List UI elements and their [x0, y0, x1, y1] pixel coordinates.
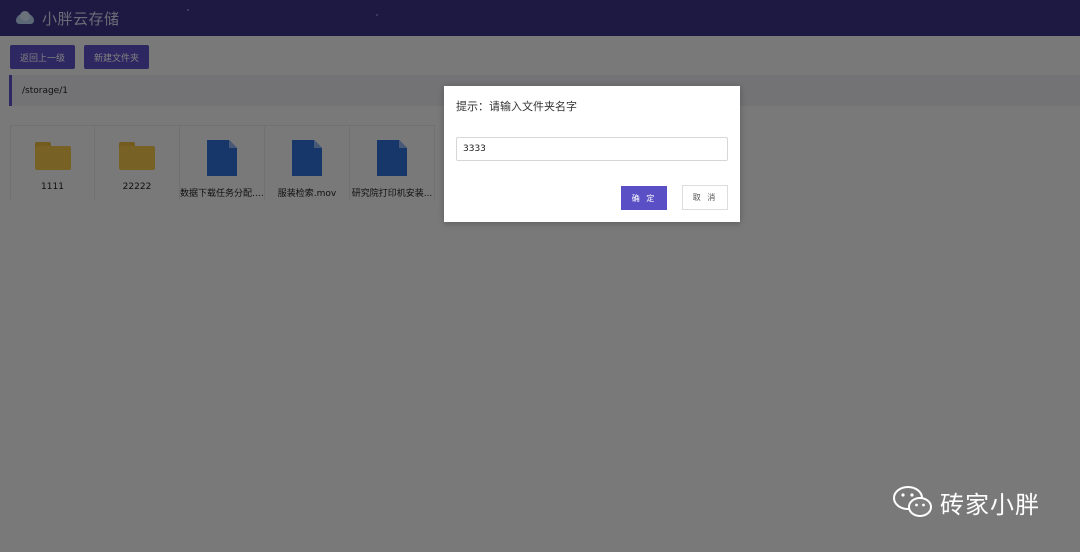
modal-overlay[interactable] [0, 0, 1080, 552]
watermark-text: 砖家小胖 [940, 490, 1040, 519]
watermark: 砖家小胖 [892, 484, 1040, 520]
dialog-title: 提示：请输入文件夹名字 [456, 100, 577, 113]
cancel-button[interactable]: 取 消 [682, 185, 728, 210]
confirm-button[interactable]: 确 定 [621, 186, 667, 210]
wechat-icon [892, 484, 934, 520]
prompt-dialog: 提示：请输入文件夹名字 确 定 取 消 [444, 86, 740, 222]
folder-name-input[interactable] [456, 137, 728, 161]
